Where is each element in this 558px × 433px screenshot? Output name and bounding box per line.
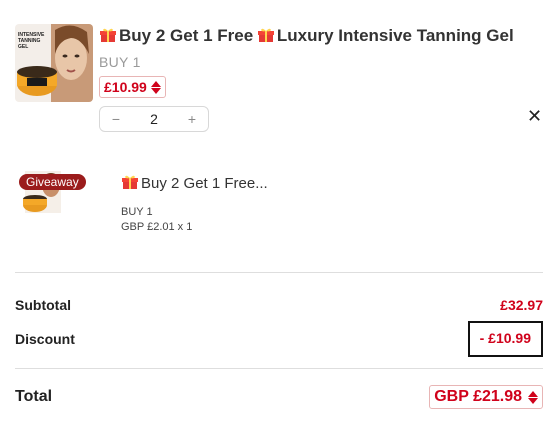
divider xyxy=(15,272,543,273)
cart-item-tanning-gel: INTENSIVE TANNING GEL Buy 2 Get 1 Free L… xyxy=(15,20,545,140)
total-label: Total xyxy=(15,388,53,405)
product-title[interactable]: Buy 2 Get 1 Free Luxury Intensive Tannin… xyxy=(100,26,514,46)
divider xyxy=(15,368,543,369)
sort-arrows-icon xyxy=(528,390,538,404)
discount-label: Discount xyxy=(15,331,75,347)
discount-value: - £10.99 xyxy=(479,330,531,346)
product-image[interactable]: INTENSIVE TANNING GEL xyxy=(15,24,93,102)
gift-icon xyxy=(122,174,138,190)
giveaway-title[interactable]: Buy 2 Get 1 Free... xyxy=(122,174,268,192)
giveaway-title-text: Buy 2 Get 1 Free... xyxy=(141,175,268,192)
gift-icon xyxy=(257,27,274,43)
subtotal-value: £32.97 xyxy=(500,297,543,313)
sort-arrows-icon xyxy=(150,80,161,94)
increment-button[interactable]: + xyxy=(186,111,198,127)
product-price: £10.99 xyxy=(104,79,147,95)
quantity-stepper: − 2 + xyxy=(99,106,209,132)
quantity-value[interactable]: 2 xyxy=(150,111,158,127)
discount-row: Discount - £10.99 xyxy=(15,321,543,357)
giveaway-details: BUY 1 GBP £2.01 x 1 xyxy=(121,205,192,235)
svg-text:GEL: GEL xyxy=(18,44,28,50)
gift-icon xyxy=(100,27,116,43)
giveaway-variant: BUY 1 xyxy=(121,206,153,218)
subtotal-label: Subtotal xyxy=(15,297,71,313)
cart-item-giveaway: Giveaway Buy 2 Get 1 Free... BUY 1 GBP £… xyxy=(15,165,545,245)
total-row: Total GBP £21.98 xyxy=(15,385,543,409)
subtotal-row: Subtotal £32.97 xyxy=(15,297,543,313)
product-variant: BUY 1 xyxy=(99,54,141,70)
price-display: £10.99 xyxy=(99,76,166,98)
product-title-promo: Buy 2 Get 1 Free xyxy=(119,26,254,45)
giveaway-badge: Giveaway xyxy=(19,174,86,190)
discount-value-box: - £10.99 xyxy=(467,321,543,357)
product-title-name: Luxury Intensive Tanning Gel xyxy=(276,26,514,45)
total-display: GBP £21.98 xyxy=(429,385,543,409)
remove-item-button[interactable]: ✕ xyxy=(527,106,542,127)
giveaway-price-line: GBP £2.01 x 1 xyxy=(121,221,193,233)
decrement-button[interactable]: − xyxy=(110,111,122,127)
total-value: GBP £21.98 xyxy=(434,388,522,405)
